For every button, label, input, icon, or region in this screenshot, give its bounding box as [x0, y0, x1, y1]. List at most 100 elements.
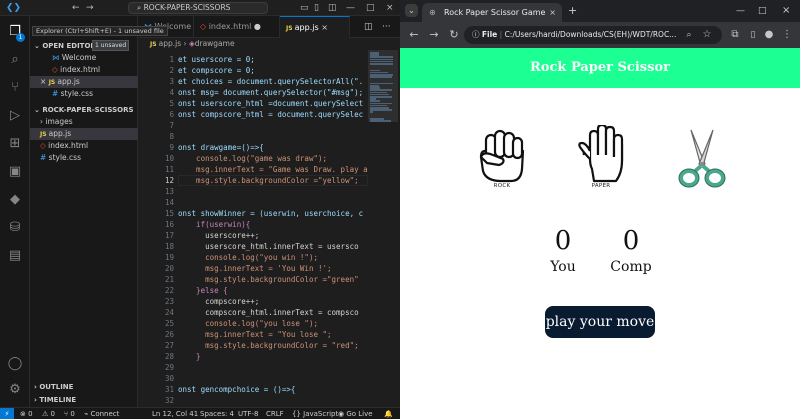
- errors-count[interactable]: ⊗ 0: [20, 408, 33, 419]
- code-line: }: [178, 352, 201, 361]
- extensions-icon[interactable]: ⧉: [728, 22, 742, 48]
- timeline-header[interactable]: › TIMELINE: [30, 394, 138, 406]
- line-number-gutter: 1 2 3 4 5 6 7 8 9 10 11 12 13 14 15 16 17 18 19 20 21 22 23 24 2…: [138, 50, 178, 405]
- python-icon[interactable]: ◆: [7, 192, 23, 208]
- back-arrow-icon[interactable]: ←: [406, 22, 422, 48]
- line-number: 32: [164, 396, 174, 405]
- connect-button[interactable]: ⌁ Connect: [84, 408, 119, 419]
- scissors-icon: [678, 129, 726, 188]
- code-line: compscore_html.innerText = compsco: [178, 308, 359, 317]
- layout-icon[interactable]: ▯: [314, 0, 319, 16]
- forward-arrow-icon[interactable]: →: [426, 22, 442, 48]
- settings-gear-icon[interactable]: ⚙: [7, 382, 23, 398]
- code-line: msg.innerText = "Game was Draw. play a: [178, 165, 368, 174]
- bookmark-star-icon[interactable]: ☆: [700, 22, 714, 48]
- account-icon[interactable]: ◯: [7, 356, 23, 372]
- code-line: compscore++;: [178, 297, 260, 306]
- unsaved-count-badge: 1: [16, 33, 25, 42]
- indentation[interactable]: Spaces: 4: [200, 408, 234, 419]
- encoding[interactable]: UTF-8: [238, 408, 258, 419]
- unsaved-badge: 1 unsaved: [92, 40, 130, 51]
- tab-app-js[interactable]: JS app.js ×: [280, 16, 350, 38]
- remote-indicator[interactable]: ⚡: [0, 408, 14, 419]
- line-number: 26: [164, 330, 174, 339]
- globe-icon: ⊕: [429, 8, 436, 17]
- line-number: 20: [164, 264, 174, 273]
- browser-tab[interactable]: ⊕ Rock Paper Scissor Game ×: [422, 3, 562, 22]
- close-icon[interactable]: ×: [386, 0, 394, 16]
- warnings-count[interactable]: ⚠ 0: [42, 408, 55, 419]
- vscode-icon: ⋈: [52, 53, 62, 62]
- reload-icon[interactable]: ↻: [446, 22, 462, 48]
- new-tab-icon[interactable]: +: [568, 0, 577, 22]
- search-icon[interactable]: ⌕: [7, 52, 23, 68]
- outline-header[interactable]: › OUTLINE: [30, 381, 138, 393]
- explorer-sidebar: ⌄ OPEN EDITORS ⋈ Welcome ◇ index.html × …: [30, 16, 138, 407]
- maximize-icon[interactable]: □: [366, 0, 375, 16]
- line-number: 6: [169, 110, 174, 119]
- breadcrumb-file[interactable]: app.js: [159, 39, 182, 48]
- open-editor-item[interactable]: ⋈ Welcome: [30, 52, 138, 64]
- sidebar-panels: › OUTLINE › TIMELINE: [30, 381, 138, 407]
- minimize-icon[interactable]: —: [346, 0, 355, 16]
- open-editor-item-active[interactable]: × JS app.js: [30, 76, 138, 88]
- bell-icon[interactable]: 🔔: [384, 408, 393, 419]
- close-window-icon[interactable]: ×: [782, 0, 790, 22]
- close-icon[interactable]: ×: [40, 77, 46, 86]
- folder-header[interactable]: ⌄ ROCK-PAPER-SCISSORS: [30, 104, 138, 116]
- close-icon[interactable]: ×: [321, 23, 328, 32]
- minimize-icon[interactable]: —: [736, 0, 745, 22]
- comp-score-label: Comp: [610, 259, 652, 275]
- source-control-icon[interactable]: ⑂: [7, 80, 23, 96]
- code-line: }else {: [178, 286, 228, 295]
- go-live-button[interactable]: ◉ Go Live: [338, 408, 373, 419]
- close-tab-icon[interactable]: ×: [549, 3, 556, 22]
- extensions-icon[interactable]: ⊞: [7, 136, 23, 152]
- choice-paper[interactable]: PAPER: [570, 123, 632, 193]
- ports-count[interactable]: ⑂ 0: [64, 408, 75, 419]
- url-text: C:/Users/hardi/Downloads/CS(EH)/WDT/ROC.…: [504, 30, 677, 39]
- file-tree-item[interactable]: JS app.js: [30, 128, 138, 140]
- file-tree-item[interactable]: # style.css: [30, 152, 138, 164]
- breadcrumb-symbol[interactable]: drawgame: [195, 39, 235, 48]
- open-editor-item[interactable]: ◇ index.html: [30, 64, 138, 76]
- cursor-position[interactable]: Ln 12, Col 41: [152, 408, 198, 419]
- choice-rock[interactable]: ROCK: [471, 125, 533, 193]
- maximize-icon[interactable]: □: [758, 0, 767, 22]
- code-editor[interactable]: et userscore = 0; et compscore = 0; et cho…: [178, 50, 368, 395]
- tab-index-html[interactable]: ◇ index.html ●: [194, 16, 280, 38]
- browser-toolbar: ← → ↻ ⓘ File | C:/Users/hardi/Downloads/…: [400, 22, 800, 48]
- minimap-viewport[interactable]: [368, 50, 398, 122]
- layout-icon[interactable]: ▭: [300, 0, 309, 16]
- tab-search-icon[interactable]: ⌄: [405, 4, 418, 17]
- language-mode[interactable]: {} JavaScript: [292, 408, 338, 419]
- sidepanel-icon[interactable]: ▯: [746, 22, 760, 48]
- choice-scissors[interactable]: [671, 128, 733, 196]
- line-number: 7: [169, 121, 174, 130]
- remote-explorer-icon[interactable]: ▣: [7, 164, 23, 180]
- back-arrow-icon[interactable]: ←: [72, 0, 80, 16]
- css-icon: #: [52, 89, 61, 98]
- open-editor-item[interactable]: # style.css: [30, 88, 138, 100]
- line-number: 29: [164, 363, 174, 372]
- file-tree-item[interactable]: › images: [30, 116, 138, 128]
- profile-icon[interactable]: ●: [762, 22, 776, 48]
- run-debug-icon[interactable]: ▷: [7, 108, 23, 124]
- notebook-icon[interactable]: ▤: [7, 248, 23, 264]
- forward-arrow-icon[interactable]: →: [86, 0, 94, 16]
- more-actions-icon[interactable]: ···: [382, 16, 391, 38]
- command-center[interactable]: ⌕ ROCK-PAPER-SCISSORS: [128, 2, 268, 14]
- zoom-icon[interactable]: ⌕: [682, 22, 696, 48]
- database-icon[interactable]: ⛁: [7, 220, 23, 236]
- line-number: 12: [164, 176, 174, 185]
- file-tree-item[interactable]: ◇ index.html: [30, 140, 138, 152]
- split-editor-icon[interactable]: ◫: [364, 16, 373, 38]
- line-number: 16: [164, 220, 174, 229]
- layout-icon[interactable]: ◫: [328, 0, 337, 16]
- unsaved-dot-icon: ●: [253, 22, 261, 31]
- end-of-line[interactable]: CRLF: [266, 408, 284, 419]
- code-line: msg.innerText = 'You Win !';: [178, 264, 332, 273]
- vscode-titlebar: ❮❯ ← → ⌕ ROCK-PAPER-SCISSORS ▭ ▯ ◫ — □ ×: [0, 0, 400, 16]
- menu-kebab-icon[interactable]: ⋮: [780, 22, 794, 48]
- minimap[interactable]: [368, 50, 398, 390]
